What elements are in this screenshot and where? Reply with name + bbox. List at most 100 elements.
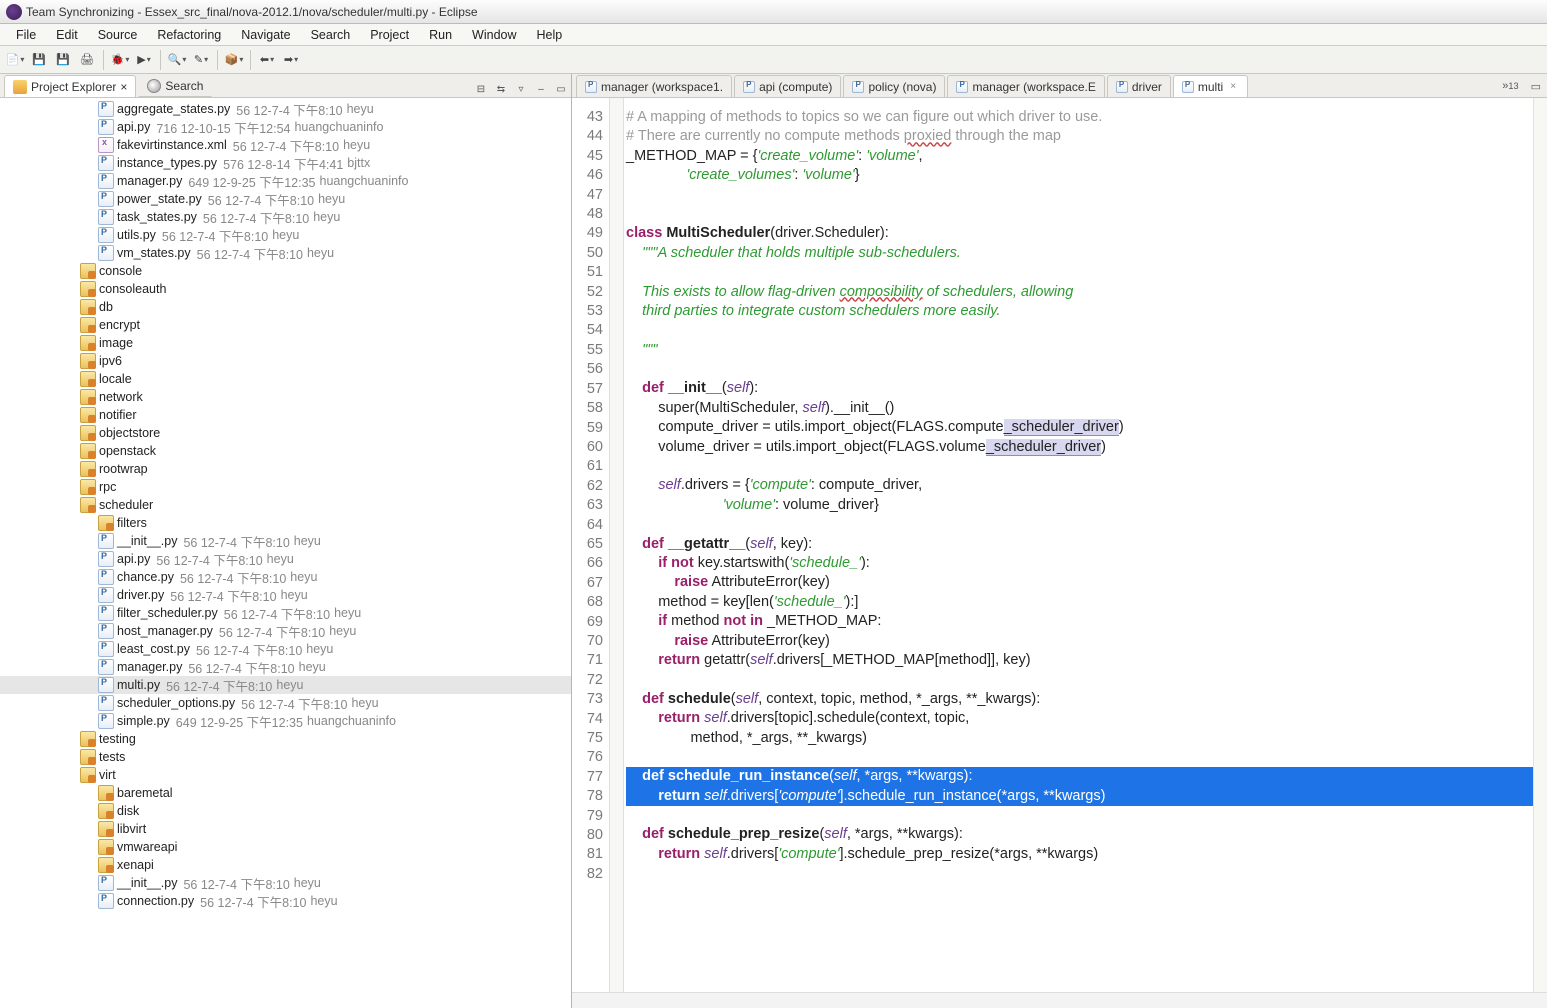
project-tree[interactable]: aggregate_states.py56 12-7-4 下午8:10heyua…: [0, 98, 571, 1008]
code-line[interactable]: This exists to allow flag-driven composi…: [626, 283, 1533, 302]
minimize-icon[interactable]: –: [533, 81, 549, 97]
overview-ruler[interactable]: [1533, 98, 1547, 992]
editor-tab[interactable]: multi×: [1173, 75, 1248, 97]
menu-help[interactable]: Help: [527, 26, 573, 44]
tree-item[interactable]: filter_scheduler.py56 12-7-4 下午8:10heyu: [0, 604, 571, 622]
tree-item[interactable]: tests: [0, 748, 571, 766]
tree-item[interactable]: encrypt: [0, 316, 571, 334]
maximize-icon[interactable]: ▭: [553, 81, 569, 97]
tree-item[interactable]: xenapi: [0, 856, 571, 874]
tree-item[interactable]: fakevirtinstance.xml56 12-7-4 下午8:10heyu: [0, 136, 571, 154]
tree-item[interactable]: vm_states.py56 12-7-4 下午8:10heyu: [0, 244, 571, 262]
code-editor[interactable]: 4344454647484950515253545556575859606162…: [572, 98, 1547, 992]
code-line[interactable]: self.drivers = {'compute': compute_drive…: [626, 476, 1533, 495]
code-content[interactable]: # A mapping of methods to topics so we c…: [624, 98, 1533, 992]
tree-item[interactable]: scheduler: [0, 496, 571, 514]
code-line[interactable]: def schedule_prep_resize(self, *args, **…: [626, 825, 1533, 844]
tree-item[interactable]: multi.py56 12-7-4 下午8:10heyu: [0, 676, 571, 694]
tab-overflow[interactable]: »13: [1496, 75, 1524, 97]
tree-item[interactable]: rootwrap: [0, 460, 571, 478]
horizontal-scrollbar[interactable]: [572, 992, 1547, 1008]
code-line[interactable]: super(MultiScheduler, self).__init__(): [626, 399, 1533, 418]
print-button[interactable]: 🖨: [76, 49, 98, 71]
menu-refactoring[interactable]: Refactoring: [147, 26, 231, 44]
editor-tab[interactable]: driver: [1107, 75, 1171, 97]
tree-item[interactable]: consoleauth: [0, 280, 571, 298]
code-line[interactable]: [626, 263, 1533, 282]
tree-item[interactable]: locale: [0, 370, 571, 388]
save-button[interactable]: 💾: [28, 49, 50, 71]
close-icon[interactable]: ×: [120, 80, 127, 94]
view-menu-icon[interactable]: ▿: [513, 81, 529, 97]
run-button[interactable]: ▶: [133, 49, 155, 71]
code-line[interactable]: compute_driver = utils.import_object(FLA…: [626, 418, 1533, 437]
nav-forward-button[interactable]: ➡: [280, 49, 302, 71]
maximize-editor-icon[interactable]: ▭: [1525, 75, 1547, 97]
editor-tab[interactable]: api (compute): [734, 75, 841, 97]
tree-item[interactable]: api.py56 12-7-4 下午8:10heyu: [0, 550, 571, 568]
code-line[interactable]: method = key[len('schedule_'):]: [626, 593, 1533, 612]
tree-item[interactable]: rpc: [0, 478, 571, 496]
menu-navigate[interactable]: Navigate: [231, 26, 300, 44]
tree-item[interactable]: power_state.py56 12-7-4 下午8:10heyu: [0, 190, 571, 208]
code-line[interactable]: class MultiScheduler(driver.Scheduler):: [626, 224, 1533, 243]
tree-item[interactable]: network: [0, 388, 571, 406]
code-line[interactable]: """A scheduler that holds multiple sub-s…: [626, 244, 1533, 263]
code-line[interactable]: return self.drivers[topic].schedule(cont…: [626, 709, 1533, 728]
tree-item[interactable]: aggregate_states.py56 12-7-4 下午8:10heyu: [0, 100, 571, 118]
close-icon[interactable]: ×: [1227, 81, 1239, 93]
tree-item[interactable]: objectstore: [0, 424, 571, 442]
tree-item[interactable]: __init__.py56 12-7-4 下午8:10heyu: [0, 532, 571, 550]
tree-item[interactable]: ipv6: [0, 352, 571, 370]
code-line[interactable]: [626, 748, 1533, 767]
tree-item[interactable]: vmwareapi: [0, 838, 571, 856]
tree-item[interactable]: virt: [0, 766, 571, 784]
save-all-button[interactable]: 💾: [52, 49, 74, 71]
new-button[interactable]: 📄: [4, 49, 26, 71]
tree-item[interactable]: db: [0, 298, 571, 316]
code-line[interactable]: method, *_args, **_kwargs): [626, 729, 1533, 748]
menu-edit[interactable]: Edit: [46, 26, 88, 44]
code-line[interactable]: [626, 457, 1533, 476]
tree-item[interactable]: baremetal: [0, 784, 571, 802]
code-line[interactable]: return self.drivers['compute'].schedule_…: [626, 845, 1533, 864]
code-line[interactable]: raise AttributeError(key): [626, 573, 1533, 592]
code-line[interactable]: # A mapping of methods to topics so we c…: [626, 108, 1533, 127]
tree-item[interactable]: instance_types.py576 12-8-14 下午4:41bjttx: [0, 154, 571, 172]
link-editor-icon[interactable]: ⇆: [493, 81, 509, 97]
tree-item[interactable]: scheduler_options.py56 12-7-4 下午8:10heyu: [0, 694, 571, 712]
tree-item[interactable]: driver.py56 12-7-4 下午8:10heyu: [0, 586, 571, 604]
menu-search[interactable]: Search: [301, 26, 361, 44]
tree-item[interactable]: __init__.py56 12-7-4 下午8:10heyu: [0, 874, 571, 892]
code-line[interactable]: _METHOD_MAP = {'create_volume': 'volume'…: [626, 147, 1533, 166]
editor-tab[interactable]: manager (workspace.E: [947, 75, 1104, 97]
tree-item[interactable]: connection.py56 12-7-4 下午8:10heyu: [0, 892, 571, 910]
code-line[interactable]: volume_driver = utils.import_object(FLAG…: [626, 438, 1533, 457]
tree-item[interactable]: simple.py649 12-9-25 下午12:35huangchuanin…: [0, 712, 571, 730]
tree-item[interactable]: image: [0, 334, 571, 352]
code-line[interactable]: [626, 360, 1533, 379]
tree-item[interactable]: chance.py56 12-7-4 下午8:10heyu: [0, 568, 571, 586]
project-explorer-tab[interactable]: Project Explorer ×: [4, 75, 136, 97]
editor-tab[interactable]: policy (nova): [843, 75, 945, 97]
tree-item[interactable]: openstack: [0, 442, 571, 460]
tree-item[interactable]: task_states.py56 12-7-4 下午8:10heyu: [0, 208, 571, 226]
code-line[interactable]: [626, 321, 1533, 340]
code-line[interactable]: [626, 806, 1533, 825]
code-line[interactable]: third parties to integrate custom schedu…: [626, 302, 1533, 321]
tree-item[interactable]: console: [0, 262, 571, 280]
tree-item[interactable]: disk: [0, 802, 571, 820]
code-line[interactable]: """: [626, 341, 1533, 360]
menu-window[interactable]: Window: [462, 26, 526, 44]
tree-item[interactable]: manager.py649 12-9-25 下午12:35huangchuani…: [0, 172, 571, 190]
code-line[interactable]: 'volume': volume_driver}: [626, 496, 1533, 515]
code-line[interactable]: return self.drivers['compute'].schedule_…: [626, 787, 1533, 806]
tree-item[interactable]: api.py716 12-10-15 下午12:54huangchuaninfo: [0, 118, 571, 136]
code-line[interactable]: def schedule_run_instance(self, *args, *…: [626, 767, 1533, 786]
search-tab[interactable]: Search: [138, 75, 212, 97]
debug-button[interactable]: 🐞: [109, 49, 131, 71]
tree-item[interactable]: notifier: [0, 406, 571, 424]
code-line[interactable]: [626, 515, 1533, 534]
tree-item[interactable]: least_cost.py56 12-7-4 下午8:10heyu: [0, 640, 571, 658]
tree-item[interactable]: filters: [0, 514, 571, 532]
